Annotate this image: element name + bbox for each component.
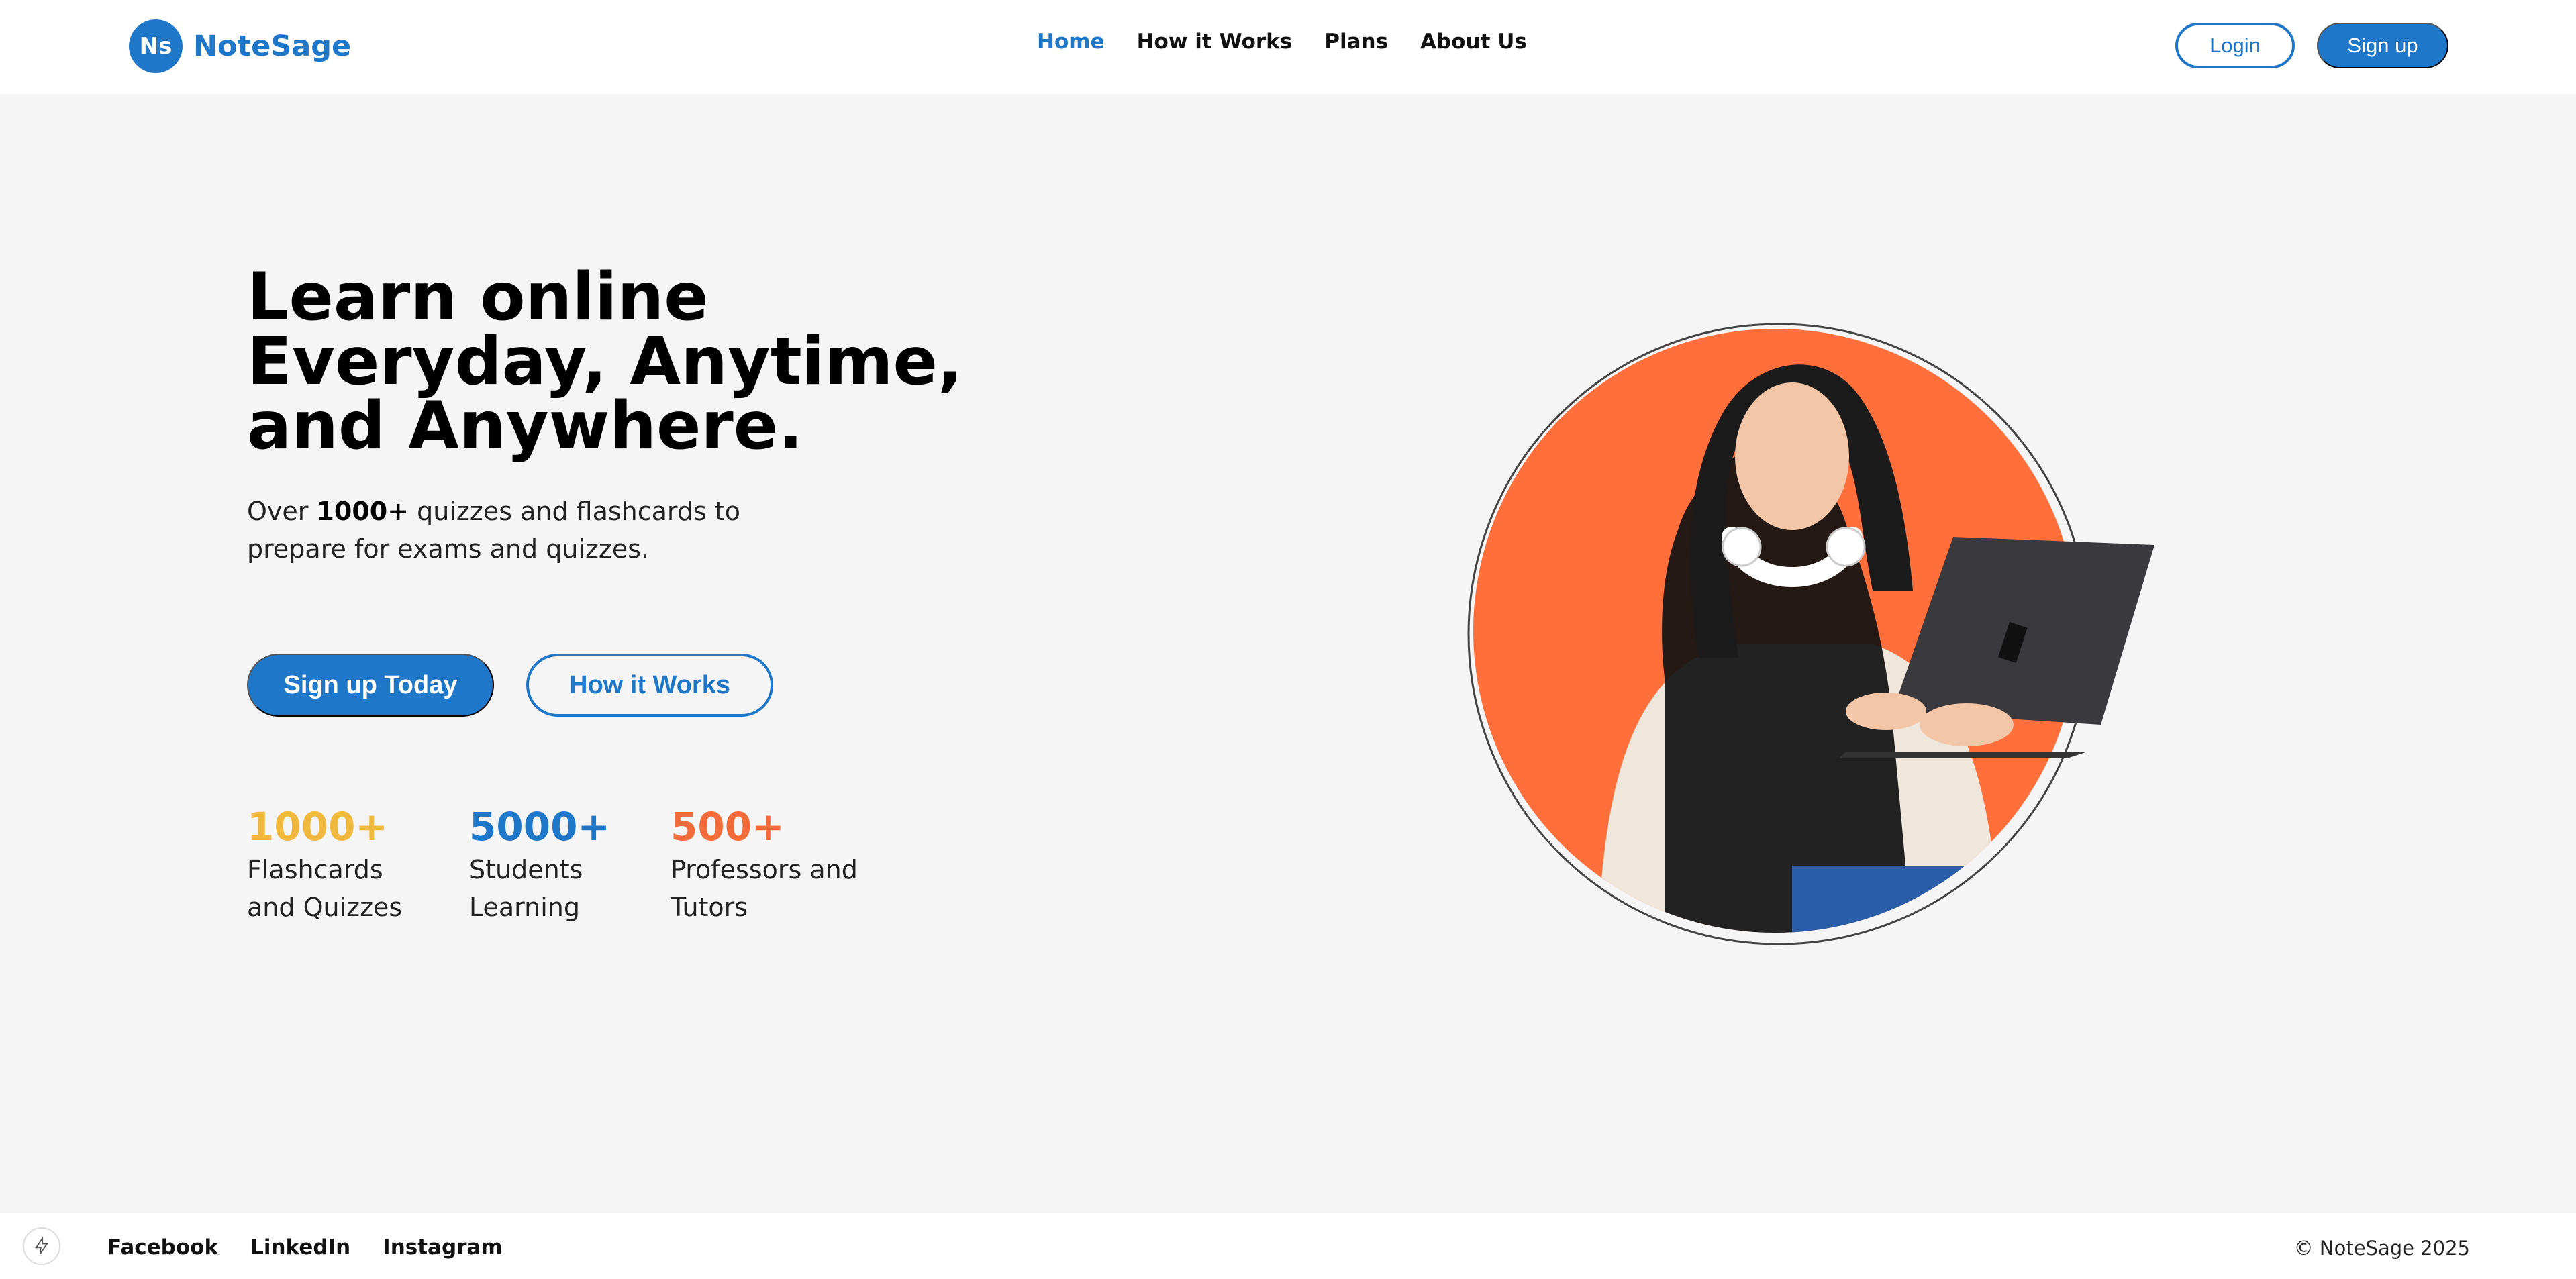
bolt-icon-button[interactable] xyxy=(23,1227,60,1265)
instagram-link[interactable]: Instagram xyxy=(383,1235,503,1260)
bolt-icon xyxy=(35,1237,48,1255)
stat-label-line-2: and Quizzes xyxy=(247,892,403,922)
top-navbar: Ns NoteSage Home How it Works Plans Abou… xyxy=(0,0,2576,94)
face xyxy=(1735,382,1849,530)
nav-about-us[interactable]: About Us xyxy=(1420,30,1527,54)
stat-professors: 500+ Professors and Tutors xyxy=(671,803,885,926)
stat-number: 5000+ xyxy=(469,804,611,850)
nav-home[interactable]: Home xyxy=(1037,30,1105,54)
nav-how-it-works[interactable]: How it Works xyxy=(1137,30,1293,54)
stat-label-line-1: Flashcards xyxy=(247,855,383,884)
copyright: © NoteSage 2025 xyxy=(2293,1237,2470,1260)
logo-badge: Ns xyxy=(129,19,183,73)
hero-title: Learn online Everyday, Anytime, and Anyw… xyxy=(247,264,985,459)
hero-title-line-3: and Anywhere. xyxy=(247,388,803,464)
hero-subtitle: Over 1000+ quizzes and flashcards to pre… xyxy=(247,493,797,568)
brand-name: NoteSage xyxy=(193,30,352,63)
how-it-works-button[interactable]: How it Works xyxy=(526,654,773,717)
signup-button[interactable]: Sign up xyxy=(2317,23,2448,68)
hero-subtitle-pre: Over xyxy=(247,497,317,526)
nav-plans[interactable]: Plans xyxy=(1324,30,1388,54)
main-nav: Home How it Works Plans About Us xyxy=(1037,30,1527,54)
footer: Facebook LinkedIn Instagram © NoteSage 2… xyxy=(0,1213,2576,1279)
stat-label-line-2: Tutors xyxy=(671,892,748,922)
stat-number: 1000+ xyxy=(247,804,389,850)
social-links: Facebook LinkedIn Instagram xyxy=(107,1235,503,1260)
signup-today-button[interactable]: Sign up Today xyxy=(247,654,494,717)
stat-number: 500+ xyxy=(671,804,785,850)
hero-subtitle-bold: 1000+ xyxy=(316,497,409,526)
stat-label-line-2: Learning xyxy=(469,892,580,922)
stat-students: 5000+ Students Learning xyxy=(469,803,644,926)
linkedin-link[interactable]: LinkedIn xyxy=(250,1235,350,1260)
login-button[interactable]: Login xyxy=(2175,23,2295,68)
stat-flashcards: 1000+ Flashcards and Quizzes xyxy=(247,803,448,926)
stat-label-line-1: Students xyxy=(469,855,583,884)
brand-logo[interactable]: Ns NoteSage xyxy=(129,19,351,73)
stat-label-line-1: Professors and xyxy=(671,855,858,884)
hero-illustration xyxy=(1467,323,2154,945)
facebook-link[interactable]: Facebook xyxy=(107,1235,218,1260)
